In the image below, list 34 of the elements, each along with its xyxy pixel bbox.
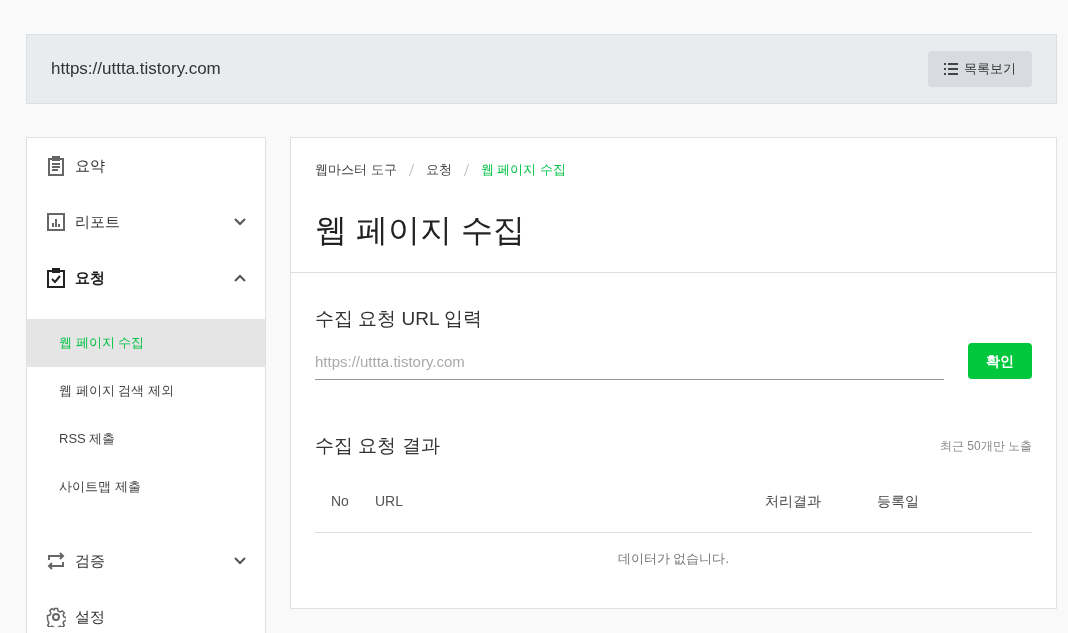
page-title: 웹 페이지 수집 [315,210,526,250]
column-header: No [330,491,350,511]
breadcrumb-item: 웹 페이지 수집 [480,161,566,179]
breadcrumb-item[interactable]: 웹마스터 도구 [315,160,397,180]
sidebar-item[interactable]: 설정 [27,589,265,633]
column-header: URL [375,491,404,511]
section-heading: 수집 요청 결과 [315,434,440,458]
settings-icon [46,607,66,627]
sidebar-item[interactable]: 요약 [27,138,265,194]
column-header: 등록일 [877,491,919,511]
submenu-item[interactable]: 웹 페이지 검색 제외 [27,367,265,415]
empty-message: 데이터가 없습니다. [616,549,731,568]
breadcrumb-item[interactable]: 요청 [425,160,452,180]
result-note: 최근 50개만 노출 [940,438,1032,456]
submenu-item[interactable]: RSS 제출 [27,415,265,463]
clipboard-icon [46,156,66,176]
chevron-down-icon[interactable] [234,557,246,565]
section-heading: 수집 요청 URL 입력 [315,306,484,331]
slash-icon [408,163,414,176]
list-view-button[interactable]: 목록보기 [928,51,1032,87]
list-icon [944,63,958,75]
slash-icon [463,163,469,176]
sidebar-item[interactable]: 요청 [27,250,265,306]
sidebar-item[interactable]: 검증 [27,533,265,589]
submenu-item[interactable]: 사이트맵 제출 [27,463,265,511]
chevron-down-icon[interactable] [234,218,246,226]
url-input-field[interactable]: https://uttta.tistory.com [315,344,944,380]
column-header: 처리결과 [765,491,822,511]
clipboard-check-icon [46,268,66,288]
chevron-up-icon[interactable] [234,274,246,282]
swap-arrows-icon [46,551,66,571]
bar-chart-icon [46,212,66,232]
sidebar-item[interactable]: 리포트 [27,194,265,250]
site-url: https://uttta.tistory.com [51,58,221,81]
